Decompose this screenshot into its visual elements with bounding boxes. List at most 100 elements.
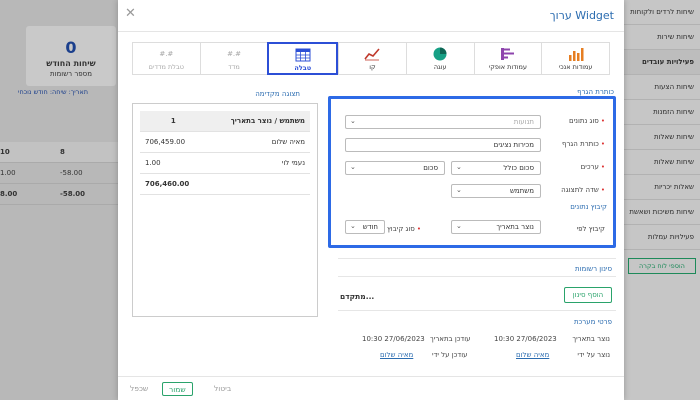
add-dashboard-button[interactable]: הוספי לוח בקרה — [628, 258, 696, 274]
sidebar-item[interactable]: שיחות שירות — [624, 25, 700, 50]
display-field-select[interactable]: ⌄ משתמש — [451, 184, 541, 198]
preview-total-cell: 706,460.00 — [140, 173, 207, 195]
sidebar-item[interactable]: שיחות משיכות ושאשת — [624, 200, 700, 225]
stat-card-subtitle: מספר רשומות — [50, 70, 92, 78]
sidebar-item[interactable]: פעילויות עמלות — [624, 225, 700, 250]
values-field-select[interactable]: ⌄ סכום — [345, 161, 445, 175]
table-row: נעמי לוי 1.00 — [140, 152, 310, 174]
stat-card-filter-link[interactable]: תאריך: שיחה: חודש נוכחי — [18, 88, 88, 96]
sidebar-item-active[interactable]: פעילויות עובדים — [624, 50, 700, 75]
add-filter-button[interactable]: הוסף סינון — [564, 287, 612, 303]
updated-by-link[interactable]: מאיה שלום — [380, 351, 413, 359]
widget-type-table[interactable]: טבלה — [267, 42, 339, 75]
filter-section-title: סינון רשומות — [574, 265, 612, 273]
system-details-title: פרטי מערכת — [573, 318, 612, 326]
table-row: 706,460.00 — [140, 173, 310, 195]
data-source-label-text: סוג נתונים — [568, 117, 599, 125]
group-by-select[interactable]: ⌄ נוצר בתאריך — [451, 220, 541, 234]
form-section-title: כותרת הגרף — [577, 88, 614, 96]
widget-type-gauge[interactable]: #.# מדד — [199, 43, 268, 74]
edit-widget-modal: ערוך Widget ✕ עמודות אנכי עמודות אופקי ע… — [118, 0, 624, 400]
bg-table-cell: 8 — [60, 148, 65, 156]
table-row: 10 8 — [0, 142, 118, 163]
preview-cell: נעמי לוי — [206, 152, 310, 174]
modal-footer: שכפל שמור ביטול — [118, 376, 624, 400]
bg-table-cell: 1.00 — [0, 169, 16, 177]
sidebar-item[interactable]: שיחות שאלות — [624, 125, 700, 150]
widget-settings-form: סוג נתונים • ⌄ תנועות כותרת הגרף • מכירות נ… — [328, 96, 616, 248]
modal-header: ערוך Widget ✕ — [118, 0, 624, 32]
preview-cell: מאיה שלום — [206, 131, 310, 153]
widget-type-line[interactable]: קו — [338, 43, 406, 74]
widget-type-gauge-table[interactable]: #.# טבלת מדדים — [133, 43, 200, 74]
group-by-label: קיבוץ לפי — [576, 225, 605, 233]
bg-table-cell: 8.00 — [0, 190, 18, 198]
vertical-bars-icon — [542, 46, 609, 62]
widget-type-horizontal-bars[interactable]: עמודות אופקי — [473, 43, 542, 74]
created-by-label: נוצר על ידי — [577, 351, 610, 359]
widget-type-label: קו — [369, 63, 376, 71]
sidebar-item[interactable]: שיחות שאלות — [624, 150, 700, 175]
table-row: מאיה שלום 706,459.00 — [140, 131, 310, 153]
values-aggregation-select[interactable]: ⌄ סכום כולל — [451, 161, 541, 175]
bg-table-cell: -58.00 — [60, 190, 86, 198]
table-row: משתמש / נוצר בתאריך 1 — [140, 111, 310, 132]
chevron-down-icon: ⌄ — [456, 222, 462, 230]
save-button[interactable]: שמור — [162, 382, 193, 396]
required-mark: • — [416, 225, 421, 233]
created-date-value: 10:30 27/06/2023 — [494, 335, 557, 343]
grouping-section-title: קיבוץ נתונים — [570, 203, 607, 211]
stat-card: 0 שיחות החודש מספר רשומות — [26, 26, 116, 86]
sidebar-item[interactable]: שיחות הזמנות — [624, 100, 700, 125]
preview-table: משתמש / נוצר בתאריך 1 מאיה שלום 706,459.… — [140, 111, 310, 195]
group-type-select[interactable]: ⌄ חודש — [345, 220, 385, 234]
values-label-text: ערכים — [580, 163, 599, 171]
display-field-label: שדה לתצוגה • — [561, 186, 605, 194]
sidebar-item[interactable]: שיחות לרדים ולקוחות — [624, 0, 700, 25]
widget-type-label: מדד — [228, 63, 240, 71]
sidebar-item[interactable]: שאלות יכריות — [624, 175, 700, 200]
chevron-down-icon: ⌄ — [350, 117, 356, 125]
updated-date-value: 10:30 27/06/2023 — [362, 335, 425, 343]
widget-type-vertical-bars[interactable]: עמודות אנכי — [541, 43, 609, 74]
preview-panel: משתמש / נוצר בתאריך 1 מאיה שלום 706,459.… — [132, 103, 318, 317]
chart-title-label: כותרת הגרף • — [562, 140, 605, 148]
values-aggregation-value: סכום כולל — [503, 164, 534, 172]
duplicate-button[interactable]: שכפל — [124, 382, 154, 396]
group-type-label: סוג קיבוץ • — [387, 225, 421, 233]
widget-type-label: עמודות אנכי — [558, 63, 593, 71]
stat-card-count: 0 — [65, 38, 77, 57]
widget-type-pie[interactable]: עוגה — [405, 43, 474, 74]
widget-type-label: טבלת מדדים — [148, 63, 184, 71]
group-by-value: נוצר בתאריך — [496, 223, 534, 231]
widget-type-label: טבלה — [294, 64, 312, 72]
group-type-label-text: סוג קיבוץ — [387, 225, 415, 233]
sidebar-item[interactable]: שיחות הצעות — [624, 75, 700, 100]
gauge-table-icon: #.# — [159, 50, 174, 58]
data-source-select[interactable]: ⌄ תנועות — [345, 115, 541, 129]
bg-table-cell: 10 — [0, 148, 10, 156]
chart-title-label-text: כותרת הגרף — [561, 140, 599, 148]
values-label: ערכים • — [581, 163, 605, 171]
updated-by-label: עודכן על ידי — [432, 351, 468, 359]
table-row: 1.00 -58.00 — [0, 163, 118, 184]
widget-type-label: עמודות אופקי — [488, 63, 527, 71]
display-field-value: משתמש — [509, 187, 534, 195]
preview-header-cell: משתמש / נוצר בתאריך — [206, 111, 310, 132]
line-icon — [339, 46, 406, 62]
required-mark: • — [600, 163, 605, 171]
gauge-icon: #.# — [227, 50, 242, 58]
chart-title-input[interactable]: מכירות נציגים — [345, 138, 541, 152]
close-icon[interactable]: ✕ — [125, 6, 136, 21]
preview-cell — [206, 173, 310, 195]
stat-card-title: שיחות החודש — [46, 59, 96, 68]
chevron-down-icon: ⌄ — [456, 163, 462, 171]
dashboard-sidebar: שיחות לרדים ולקוחות שיחות שירות פעילויות… — [624, 0, 700, 400]
widget-type-label: עוגה — [433, 63, 447, 71]
data-source-label: סוג נתונים • — [569, 117, 605, 125]
divider — [338, 310, 616, 311]
cancel-button[interactable]: ביטול — [208, 382, 237, 396]
advanced-link[interactable]: מתקדם... — [340, 292, 374, 301]
background-table: 10 8 1.00 -58.00 8.00 -58.00 — [0, 142, 118, 205]
created-by-link[interactable]: מאיה שלום — [516, 351, 549, 359]
